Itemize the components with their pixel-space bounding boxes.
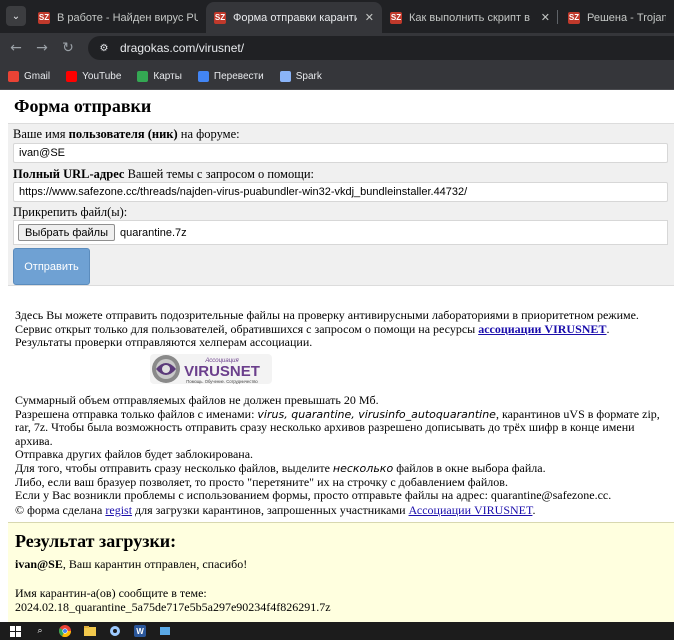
tab-title: Форма отправки карантина: [233, 11, 357, 24]
bookmark-youtube[interactable]: YouTube: [66, 70, 122, 82]
rule-line: Либо, если ваш бразуер позволяет, то про…: [15, 474, 508, 489]
quarantine-name-value: 2024.02.18_quarantine_5a75de717e5b5a297e…: [15, 600, 331, 614]
windows-taskbar: ⌕ W: [0, 622, 674, 640]
url-text[interactable]: dragokas.com/virusnet/: [120, 41, 244, 55]
info-line: Результаты проверки отправляются хелпера…: [15, 335, 313, 350]
virusnet-logo: Ассоциация VIRUSNET Помощь. Обучение. Со…: [150, 354, 272, 384]
logo-slogan: Помощь. Обучение. Сотрудничество: [186, 379, 258, 384]
tab-title: В работе - Найден вирус PUABun: [57, 11, 198, 24]
site-settings-icon[interactable]: ⚙: [96, 40, 112, 56]
tab-strip: ⌄ SZ В работе - Найден вирус PUABun SZ Ф…: [0, 0, 674, 33]
username-label: Ваше имя пользователя (ник) на форуме:: [13, 127, 240, 141]
tab-1[interactable]: SZ В работе - Найден вирус PUABun: [30, 2, 206, 33]
file-explorer-icon[interactable]: [83, 625, 97, 637]
result-message: ivan@SE, Ваш карантин отправлен, спасибо…: [15, 557, 248, 571]
quarantine-name-label: Имя карантин-а(ов) сообщите в теме:: [15, 586, 207, 600]
virusnet-association-link[interactable]: ассоциации VIRUSNET: [478, 322, 606, 336]
tab-3[interactable]: SZ Как выполнить скрипт в AVZ | B ✕: [382, 2, 558, 33]
word-icon[interactable]: W: [133, 625, 147, 637]
tab-separator: [557, 10, 558, 24]
safezone-favicon-icon: SZ: [38, 11, 50, 24]
service-description: Здесь Вы можете отправить подозрительные…: [15, 308, 665, 350]
reload-icon[interactable]: ↻: [58, 38, 78, 58]
file-label: Прикрепить файл(ы):: [13, 205, 128, 219]
spark-icon: [279, 70, 291, 82]
logo-name: VIRUSNET: [184, 363, 260, 380]
selected-file-name: quarantine.7z: [120, 226, 187, 239]
app-icon[interactable]: [108, 625, 122, 637]
bookmark-label: Spark: [295, 70, 322, 82]
credit-line: © форма сделана regist для загрузки кара…: [15, 503, 536, 517]
bookmark-spark[interactable]: Spark: [279, 70, 322, 82]
gmail-icon: [8, 70, 19, 82]
rule-line: Разрешена отправка только файлов с имена…: [15, 406, 660, 448]
url-label: Полный URL-адрес Вашей темы с запросом о…: [13, 167, 315, 181]
choose-files-button[interactable]: Выбрать файлы: [18, 224, 115, 241]
page-title: Форма отправки: [14, 96, 152, 116]
rule-line: Если у Вас возникли проблемы с использов…: [15, 488, 612, 503]
tab-title: Как выполнить скрипт в AVZ | B: [409, 11, 533, 24]
tab-4[interactable]: SZ Решена - Trojan bladabindi: [560, 2, 674, 33]
app-icon[interactable]: [158, 625, 172, 637]
chrome-icon[interactable]: [58, 625, 72, 637]
safezone-favicon-icon: SZ: [390, 11, 402, 24]
translate-icon: [197, 70, 209, 82]
username-input[interactable]: ivan@SE: [13, 143, 668, 163]
upload-form: Ваше имя пользователя (ник) на форуме: i…: [8, 123, 674, 286]
rule-line: Отправка других файлов будет заблокирова…: [15, 447, 254, 462]
upload-result: Результат загрузки: ivan@SE, Ваш каранти…: [8, 522, 674, 622]
submit-button[interactable]: Отправить: [13, 248, 90, 285]
tab-title: Решена - Trojan bladabindi: [587, 11, 666, 24]
safezone-favicon-icon: SZ: [568, 11, 580, 24]
bookmark-label: Gmail: [24, 70, 51, 82]
bookmark-gmail[interactable]: Gmail: [8, 70, 51, 82]
svg-text:W: W: [136, 627, 144, 636]
bookmark-label: Карты: [153, 70, 182, 82]
bookmark-translate[interactable]: Перевести: [197, 70, 264, 82]
bookmark-label: YouTube: [82, 70, 122, 82]
info-line: Сервис открыт только для пользователей, …: [15, 321, 610, 336]
maps-icon: [137, 70, 149, 82]
bookmarks-bar: Gmail YouTube Карты Перевести Spark: [0, 63, 674, 90]
file-input[interactable]: Выбрать файлы quarantine.7z: [13, 220, 668, 245]
browser-toolbar: ← → ↻ ⚙ dragokas.com/virusnet/: [0, 33, 674, 63]
info-line: Здесь Вы можете отправить подозрительные…: [15, 308, 639, 322]
tab-search-icon[interactable]: ⌄: [6, 6, 26, 26]
safezone-favicon-icon: SZ: [214, 11, 226, 24]
search-icon[interactable]: ⌕: [33, 625, 47, 637]
upload-rules: Суммарный объем отправляемых файлов не д…: [15, 393, 665, 503]
rule-line: Для того, чтобы отправить сразу нескольк…: [15, 460, 546, 475]
regist-link[interactable]: regist: [105, 503, 132, 517]
back-arrow-icon[interactable]: ←: [6, 38, 26, 58]
windows-start-icon[interactable]: [8, 625, 22, 637]
close-tab-icon[interactable]: ✕: [365, 11, 374, 24]
association-virusnet-link[interactable]: Ассоциации VIRUSNET: [409, 503, 533, 517]
page-content: Форма отправки Ваше имя пользователя (ни…: [0, 90, 674, 622]
tab-2-active[interactable]: SZ Форма отправки карантина ✕: [206, 2, 382, 33]
topic-url-input[interactable]: https://www.safezone.cc/threads/najden-v…: [13, 182, 668, 202]
rule-line: Суммарный объем отправляемых файлов не д…: [15, 393, 379, 407]
forward-arrow-icon[interactable]: →: [32, 38, 52, 58]
address-bar[interactable]: ⚙ dragokas.com/virusnet/: [88, 36, 674, 60]
youtube-icon: [66, 70, 78, 82]
close-tab-icon[interactable]: ✕: [541, 11, 550, 24]
bookmark-maps[interactable]: Карты: [137, 70, 182, 82]
result-title: Результат загрузки:: [15, 531, 177, 551]
bookmark-label: Перевести: [213, 70, 264, 82]
